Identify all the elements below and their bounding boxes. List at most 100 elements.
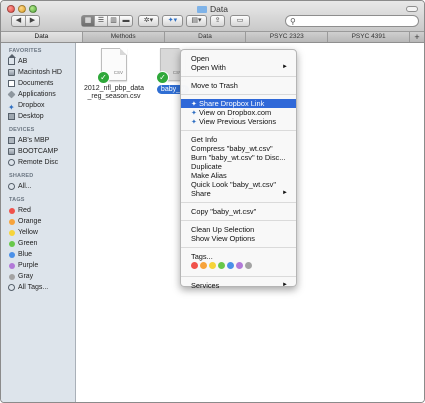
search-field[interactable]: ⚲ <box>285 15 419 27</box>
toolbar-toggle-button[interactable] <box>406 6 418 12</box>
gray-tag-dot <box>9 274 15 280</box>
sidebar-tag-all[interactable]: All Tags... <box>1 282 75 293</box>
back-forward-control: ◀ ▶ <box>11 15 40 27</box>
menu-item-tags[interactable]: Tags... <box>181 252 296 261</box>
sidebar-item-documents[interactable]: Documents <box>1 78 75 89</box>
menu-item-open[interactable]: Open <box>181 54 296 63</box>
sidebar-item-all-shared[interactable]: All... <box>1 181 75 192</box>
view-mode-control: ▦ ☰ ▥ ▬ <box>81 15 133 27</box>
menu-item-clean-up-selection[interactable]: Clean Up Selection <box>181 225 296 234</box>
sidebar-tag-purple[interactable]: Purple <box>1 260 75 271</box>
green-tag-dot <box>9 241 15 247</box>
tab-methods[interactable]: Methods <box>83 32 165 42</box>
sidebar-item-bootcamp[interactable]: BOOTCAMP <box>1 146 75 157</box>
add-tab-button[interactable]: + <box>410 32 424 42</box>
laptop-icon <box>8 137 15 144</box>
sidebar-tag-red[interactable]: Red <box>1 205 75 216</box>
finder-window: Data ◀ ▶ ▦ ☰ ▥ ▬ ✲▾ ✦▾ ▤▾ ⇪ ▭ ⚲ Data Methods… <box>0 0 425 403</box>
column-view-button[interactable]: ▥ <box>108 16 120 26</box>
sidebar-heading-devices: DEVICES <box>9 127 35 133</box>
sidebar-item-dropbox[interactable]: ✦ Dropbox <box>1 100 75 112</box>
share-icon: ⇪ <box>214 17 221 24</box>
menu-separator <box>181 220 296 221</box>
tag-button[interactable]: ▭ <box>230 15 250 27</box>
tag-green-swatch[interactable] <box>218 262 225 269</box>
sidebar-heading-shared: SHARED <box>9 173 34 179</box>
menu-item-copy[interactable]: Copy "baby_wt.csv" <box>181 207 296 216</box>
menu-separator <box>181 247 296 248</box>
list-view-button[interactable]: ☰ <box>95 16 108 26</box>
tab-data-2[interactable]: Data <box>165 32 247 42</box>
sidebar-tag-green[interactable]: Green <box>1 238 75 249</box>
tab-psyc-2323[interactable]: PSYC 2323 <box>246 32 329 42</box>
arrange-button[interactable]: ▤▾ <box>186 15 207 27</box>
sidebar-tag-yellow[interactable]: Yellow <box>1 227 75 238</box>
tag-red-swatch[interactable] <box>191 262 198 269</box>
tag-yellow-swatch[interactable] <box>209 262 216 269</box>
gear-icon: ✲▾ <box>143 17 154 24</box>
tag-gray-swatch[interactable] <box>245 262 252 269</box>
share-button[interactable]: ⇪ <box>210 15 225 27</box>
file-name: 2012_nfl_pbp_data _reg_season.csv <box>84 85 144 100</box>
menu-item-show-view-options[interactable]: Show View Options <box>181 234 296 243</box>
sidebar-heading-tags: TAGS <box>9 197 25 203</box>
sidebar-item-ab[interactable]: AB <box>1 54 75 67</box>
sidebar-tag-blue[interactable]: Blue <box>1 249 75 260</box>
sidebar-item-applications[interactable]: Applications <box>1 89 75 100</box>
sidebar-item-remote-disc[interactable]: Remote Disc <box>1 157 75 168</box>
title-bar: Data ◀ ▶ ▦ ☰ ▥ ▬ ✲▾ ✦▾ ▤▾ ⇪ ▭ ⚲ <box>1 1 424 32</box>
submenu-arrow-icon: ► <box>282 64 288 70</box>
tag-icon: ▭ <box>236 17 244 24</box>
red-tag-dot <box>9 208 15 214</box>
menu-item-make-alias[interactable]: Make Alias <box>181 171 296 180</box>
sidebar-item-desktop[interactable]: Desktop <box>1 111 75 122</box>
sidebar-item-macintosh-hd[interactable]: Macintosh HD <box>1 67 75 78</box>
menu-item-burn[interactable]: Burn "baby_wt.csv" to Disc... <box>181 153 296 162</box>
menu-item-compress[interactable]: Compress "baby_wt.csv" <box>181 144 296 153</box>
menu-item-share-dropbox-link[interactable]: ✦ Share Dropbox Link <box>181 99 296 108</box>
sidebar-item-abs-mbp[interactable]: AB's MBP <box>1 135 75 146</box>
sidebar-tag-orange[interactable]: Orange <box>1 216 75 227</box>
menu-separator <box>181 94 296 95</box>
hard-disk-icon <box>8 148 15 155</box>
window-title: Data <box>1 4 424 14</box>
tag-color-picker <box>181 262 296 272</box>
dropbox-icon: ✦ <box>8 103 15 112</box>
menu-item-quick-look[interactable]: Quick Look "baby_wt.csv" <box>181 180 296 189</box>
tab-data[interactable]: Data <box>1 32 83 42</box>
menu-item-open-with[interactable]: Open With ► <box>181 63 296 72</box>
context-menu: Open Open With ► Move to Trash ✦ Share Dro… <box>180 49 297 290</box>
dropbox-synced-check-icon: ✓ <box>97 71 110 84</box>
menu-separator <box>181 76 296 77</box>
menu-item-view-on-dropbox[interactable]: ✦ View on Dropbox.com <box>181 108 296 117</box>
menu-item-move-to-trash[interactable]: Move to Trash <box>181 81 296 90</box>
menu-item-services[interactable]: Services ► <box>181 281 296 290</box>
disc-icon <box>8 159 15 166</box>
tab-bar: Data Methods Data PSYC 2323 PSYC 4391 + <box>1 32 424 43</box>
menu-separator <box>181 130 296 131</box>
menu-separator <box>181 276 296 277</box>
file-item[interactable]: CSV ✓ 2012_nfl_pbp_data _reg_season.csv <box>80 48 148 101</box>
arrange-icon: ▤▾ <box>191 17 202 24</box>
tag-orange-swatch[interactable] <box>200 262 207 269</box>
cover-flow-view-button[interactable]: ▬ <box>120 16 132 26</box>
sidebar-tag-gray[interactable]: Gray <box>1 271 75 282</box>
sidebar: FAVORITES AB Macintosh HD Documents Appl… <box>1 43 76 402</box>
dropbox-button[interactable]: ✦▾ <box>162 15 183 27</box>
action-button[interactable]: ✲▾ <box>138 15 159 27</box>
menu-item-duplicate[interactable]: Duplicate <box>181 162 296 171</box>
menu-item-share[interactable]: Share ► <box>181 189 296 198</box>
menu-item-view-previous-versions[interactable]: ✦ View Previous Versions <box>181 117 296 126</box>
chevron-right-icon[interactable]: ▶ <box>26 16 39 26</box>
hard-disk-icon <box>8 69 15 76</box>
dropbox-synced-check-icon: ✓ <box>156 71 169 84</box>
icon-view-button[interactable]: ▦ <box>82 16 95 26</box>
tag-purple-swatch[interactable] <box>236 262 243 269</box>
tag-blue-swatch[interactable] <box>227 262 234 269</box>
menu-separator <box>181 202 296 203</box>
tab-psyc-4391[interactable]: PSYC 4391 <box>328 32 410 42</box>
menu-item-get-info[interactable]: Get Info <box>181 135 296 144</box>
dropbox-icon: ✦▾ <box>167 17 178 24</box>
chevron-left-icon[interactable]: ◀ <box>12 16 26 26</box>
search-icon: ⚲ <box>290 17 296 26</box>
